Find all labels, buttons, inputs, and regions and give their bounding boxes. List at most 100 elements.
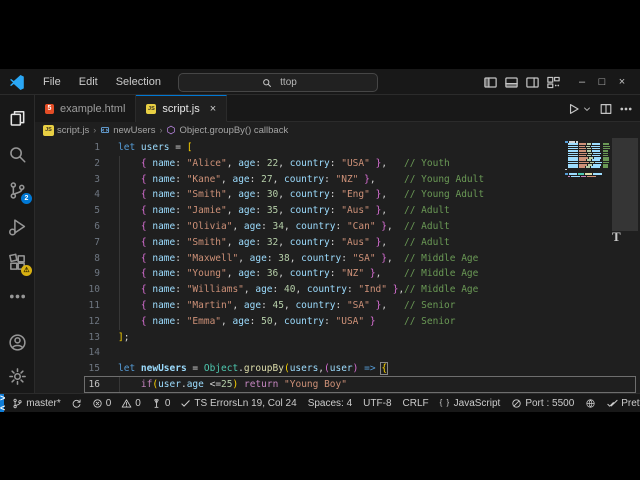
chevron-down-icon[interactable]	[582, 104, 592, 114]
token: :	[255, 205, 266, 216]
code-text[interactable]: let users = [	[118, 140, 192, 156]
menu-selection[interactable]: Selection	[107, 76, 170, 88]
code-text[interactable]: { name: "Smith", age: 30, country: "Eng"…	[118, 187, 387, 203]
code-line-16[interactable]: 16 if(user.age <=25) return "Young Boy"	[35, 377, 640, 393]
tab-example.html[interactable]: 5example.html	[35, 95, 136, 122]
code-line-6[interactable]: 6 { name: "Olivia", age: 34, country: "C…	[35, 219, 640, 235]
token: age	[232, 316, 249, 327]
live-server-port[interactable]: Port : 5500	[511, 398, 574, 409]
code-text[interactable]: { name: "Williams", age: 40, country: "I…	[118, 282, 404, 298]
token: age	[232, 174, 249, 185]
token	[118, 158, 141, 169]
code-editor[interactable]: 1let users = [2 { name: "Alice", age: 22…	[35, 138, 640, 393]
token: "SA"	[353, 253, 376, 264]
live-reload-status[interactable]	[585, 398, 596, 409]
branch-status[interactable]: master*	[12, 398, 60, 409]
layout-sidebar-left-icon[interactable]	[483, 75, 498, 90]
cursor-position[interactable]: Ln 19, Col 24	[237, 398, 297, 409]
token: ,	[376, 268, 382, 279]
status-right-group: Ln 19, Col 24 Spaces: 4 UTF-8 CRLF { }JavaSc…	[237, 398, 640, 409]
code-text[interactable]: { name: "Alice", age: 22, country: "USA"…	[118, 156, 387, 172]
breadcrumb-item[interactable]: JSscript.js	[43, 125, 89, 136]
more-icon[interactable]	[619, 102, 633, 116]
code-line-5[interactable]: 5 { name: "Jamie", age: 35, country: "Au…	[35, 203, 640, 219]
code-line-7[interactable]: 7 { name: "Smith", age: 32, country: "Au…	[35, 235, 640, 251]
minimap[interactable]	[565, 139, 610, 179]
token: :	[347, 284, 358, 295]
encoding[interactable]: UTF-8	[363, 398, 391, 409]
code-text[interactable]: { name: "Emma", age: 50, country: "USA" …	[118, 314, 376, 330]
cursor-position-label: Ln 19, Col 24	[237, 398, 297, 409]
token: "USA"	[341, 158, 370, 169]
layout-panel-icon[interactable]	[504, 75, 519, 90]
activity-item-settings[interactable]	[0, 361, 35, 391]
code-line-15[interactable]: 15let newUsers = Object.groupBy(users,(u…	[35, 361, 640, 377]
code-line-4[interactable]: 4 { name: "Smith", age: 30, country: "En…	[35, 187, 640, 203]
menu-edit[interactable]: Edit	[70, 76, 107, 88]
code-line-13[interactable]: 13];	[35, 330, 640, 346]
layout-grid-icon[interactable]	[546, 75, 561, 90]
code-line-1[interactable]: 1let users = [	[35, 140, 640, 156]
activity-item-search[interactable]	[0, 139, 35, 169]
token: "Eng"	[341, 189, 370, 200]
close-button[interactable]: ×	[612, 76, 632, 88]
token: country	[295, 221, 335, 232]
code-line-11[interactable]: 11 { name: "Martin", age: 45, country: "…	[35, 298, 640, 314]
token: name	[152, 300, 175, 311]
code-line-8[interactable]: 8 { name: "Maxwell", age: 38, country: "…	[35, 251, 640, 267]
token: if	[141, 379, 152, 390]
code-text[interactable]: if(user.age <=25) return "Young Boy"	[118, 377, 347, 393]
code-text[interactable]: { name: "Olivia", age: 34, country: "Can…	[118, 219, 393, 235]
symbol-variable-icon	[100, 125, 110, 135]
warnings-count[interactable]: 0	[121, 398, 141, 409]
breadcrumb-item[interactable]: Object.groupBy() callback	[166, 125, 288, 136]
layout-sidebar-right-icon[interactable]	[525, 75, 540, 90]
token: 38	[278, 253, 289, 264]
vertical-scrollbar[interactable]	[612, 138, 638, 231]
minimize-button[interactable]: –	[572, 76, 592, 88]
activity-item-account[interactable]	[0, 327, 35, 357]
code-text[interactable]: { name: "Young", age: 36, country: "NZ" …	[118, 266, 381, 282]
code-line-10[interactable]: 10 { name: "Williams", age: 40, country:…	[35, 282, 640, 298]
activity-item-more-views[interactable]	[0, 281, 35, 311]
code-line-2[interactable]: 2 { name: "Alice", age: 22, country: "US…	[35, 156, 640, 172]
errors-count[interactable]: 0	[92, 398, 112, 409]
restore-button[interactable]: □	[592, 76, 612, 88]
code-text[interactable]: { name: "Smith", age: 32, country: "Aus"…	[118, 235, 387, 251]
code-text[interactable]: let newUsers = Object.groupBy(users,(use…	[118, 361, 387, 377]
menu-file[interactable]: File	[34, 76, 70, 88]
token: age	[244, 221, 261, 232]
eol-sequence[interactable]: CRLF	[403, 398, 429, 409]
breadcrumb-item[interactable]: newUsers	[100, 125, 155, 136]
activity-item-run-and-debug[interactable]	[0, 211, 35, 241]
run-icon[interactable]	[566, 102, 580, 116]
tab-close-icon[interactable]: ×	[210, 103, 216, 115]
activity-item-extensions[interactable]: ⚠	[0, 247, 35, 277]
code-text[interactable]: { name: "Maxwell", age: 38, country: "SA…	[118, 251, 393, 267]
command-search-box[interactable]: ttop	[178, 73, 378, 92]
breadcrumb-label: Object.groupBy() callback	[179, 125, 288, 136]
activity-item-source-control[interactable]: 2	[0, 175, 35, 205]
sync-status[interactable]	[71, 398, 82, 409]
code-text[interactable]: { name: "Martin", age: 45, country: "SA"…	[118, 298, 387, 314]
tab-script.js[interactable]: JSscript.js×	[136, 95, 227, 122]
language-mode[interactable]: { }JavaScript	[440, 398, 501, 409]
token: ,	[227, 158, 238, 169]
token: "NZ"	[336, 174, 359, 185]
split-editor-icon[interactable]	[599, 102, 613, 116]
code-line-14[interactable]: 14	[35, 345, 640, 361]
vscode-logo-icon	[9, 74, 25, 90]
code-line-9[interactable]: 9 { name: "Young", age: 36, country: "NZ…	[35, 266, 640, 282]
token: country	[284, 174, 324, 185]
code-text[interactable]: ];	[118, 330, 129, 346]
code-line-3[interactable]: 3 { name: "Kane", age: 27, country: "NZ"…	[35, 172, 640, 188]
indentation[interactable]: Spaces: 4	[308, 398, 352, 409]
prettier-status[interactable]: Prettier	[607, 398, 640, 409]
feedback-status[interactable]: 0	[151, 398, 171, 409]
code-text[interactable]: { name: "Jamie", age: 35, country: "Aus"…	[118, 203, 387, 219]
code-line-12[interactable]: 12 { name: "Emma", age: 50, country: "US…	[35, 314, 640, 330]
activity-item-explorer[interactable]	[0, 103, 35, 133]
code-text[interactable]: { name: "Kane", age: 27, country: "NZ" }…	[118, 172, 376, 188]
token: :	[330, 158, 341, 169]
ts-errors-status[interactable]: TS Errors	[180, 398, 237, 409]
